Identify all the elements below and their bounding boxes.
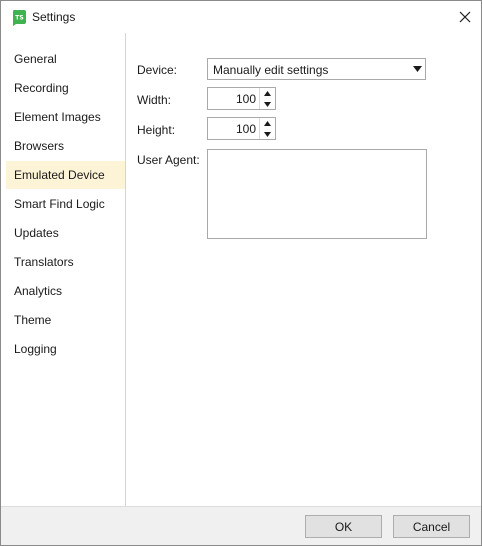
settings-panel: Device: Manually edit settings Width: 10… <box>126 33 481 506</box>
nav-item-analytics[interactable]: Analytics <box>6 277 125 305</box>
nav-item-updates[interactable]: Updates <box>6 219 125 247</box>
user-agent-label: User Agent: <box>137 153 200 167</box>
settings-dialog: TS Settings General Recording Element Im… <box>0 0 482 546</box>
window-title: Settings <box>32 10 76 24</box>
nav-item-logging[interactable]: Logging <box>6 335 125 363</box>
caret-down-icon <box>264 101 271 107</box>
close-button[interactable] <box>449 1 481 33</box>
height-value[interactable]: 100 <box>236 122 256 136</box>
height-decrement-button[interactable] <box>260 129 275 139</box>
device-select[interactable]: Manually edit settings <box>207 58 426 80</box>
nav-item-recording[interactable]: Recording <box>6 74 125 102</box>
height-stepper[interactable]: 100 <box>207 117 276 140</box>
nav-item-smart-find-logic[interactable]: Smart Find Logic <box>6 190 125 218</box>
height-increment-button[interactable] <box>260 118 275 128</box>
width-decrement-button[interactable] <box>260 99 275 109</box>
width-stepper[interactable]: 100 <box>207 87 276 110</box>
caret-down-icon <box>264 131 271 137</box>
cancel-button[interactable]: Cancel <box>393 515 470 538</box>
user-agent-textarea[interactable] <box>207 149 427 239</box>
width-increment-button[interactable] <box>260 88 275 98</box>
height-label: Height: <box>137 123 176 137</box>
caret-up-icon <box>264 120 271 126</box>
width-label: Width: <box>137 93 172 107</box>
nav-item-browsers[interactable]: Browsers <box>6 132 125 160</box>
app-logo-icon: TS <box>13 10 26 26</box>
settings-nav: General Recording Element Images Browser… <box>1 33 126 506</box>
width-stepper-buttons <box>259 88 275 109</box>
nav-item-theme[interactable]: Theme <box>6 306 125 334</box>
caret-up-icon <box>264 90 271 96</box>
caret-down-icon <box>413 66 422 72</box>
title-bar[interactable]: TS Settings <box>1 1 481 33</box>
app-logo-text: TS <box>15 15 23 22</box>
dialog-footer: OK Cancel <box>1 506 481 545</box>
nav-item-emulated-device[interactable]: Emulated Device <box>6 161 125 189</box>
height-stepper-buttons <box>259 118 275 139</box>
device-label: Device: <box>137 63 178 77</box>
ok-button[interactable]: OK <box>305 515 382 538</box>
close-icon <box>459 11 471 23</box>
nav-item-general[interactable]: General <box>6 45 125 73</box>
nav-item-element-images[interactable]: Element Images <box>6 103 125 131</box>
nav-item-translators[interactable]: Translators <box>6 248 125 276</box>
device-select-value: Manually edit settings <box>213 63 329 77</box>
width-value[interactable]: 100 <box>236 92 256 106</box>
